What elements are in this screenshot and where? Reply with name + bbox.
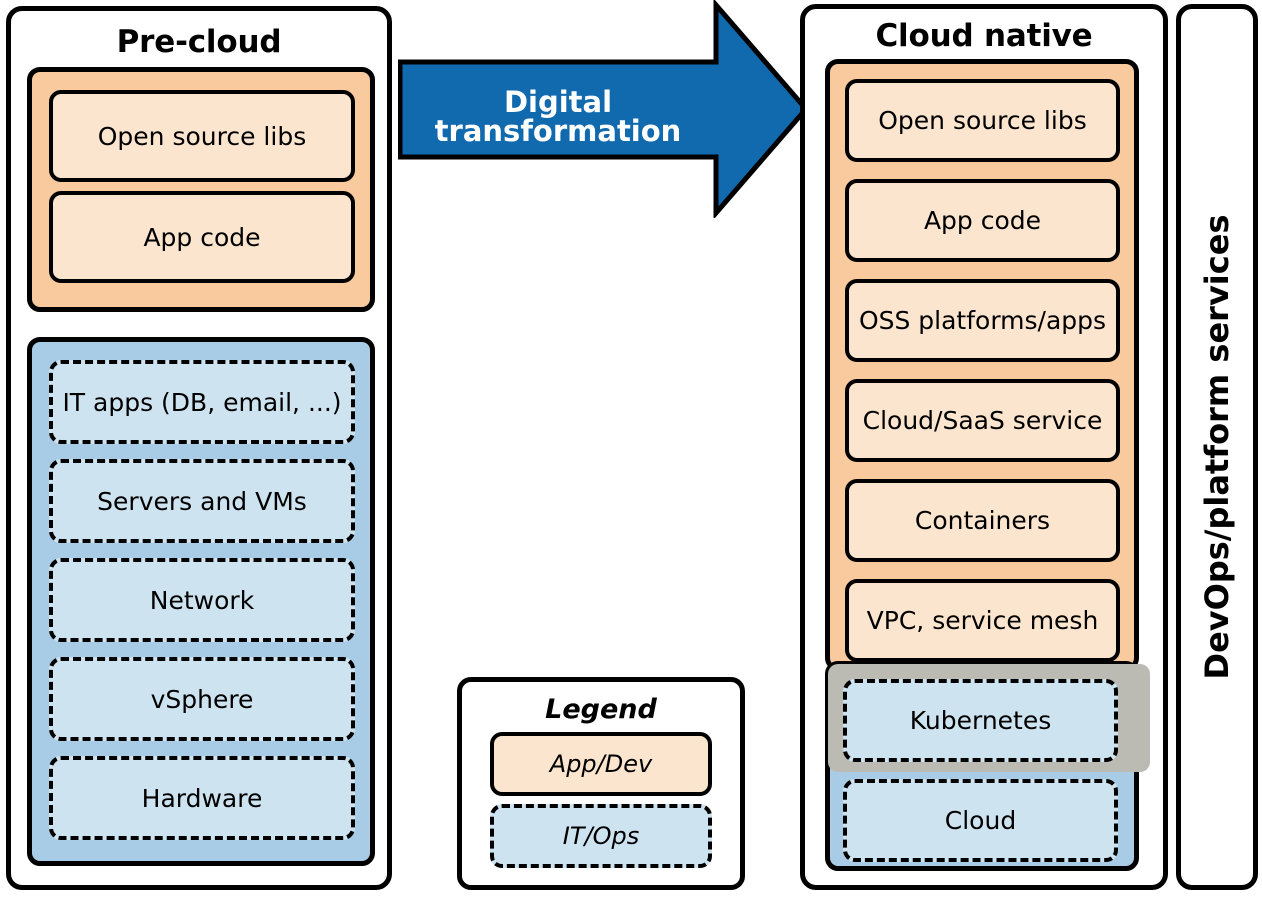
item-label: IT apps (DB, email, ...)	[62, 387, 342, 417]
legend-panel: Legend App/Dev IT/Ops	[457, 677, 745, 890]
precloud-item-network[interactable]: Network	[49, 558, 355, 642]
item-label: Cloud/SaaS service	[862, 406, 1103, 435]
cloudnative-item-cloud[interactable]: Cloud	[843, 779, 1118, 862]
cloudnative-item-kubernetes[interactable]: Kubernetes	[843, 679, 1118, 762]
precloud-item-app-code[interactable]: App code	[49, 191, 355, 283]
item-label: Containers	[914, 506, 1051, 535]
legend-swatch-app-dev: App/Dev	[490, 732, 712, 796]
cloudnative-panel: Cloud native Open source libs App code O…	[800, 4, 1168, 890]
devops-platform-services-panel: DevOps/platform services	[1176, 4, 1258, 890]
item-label: vSphere	[150, 684, 254, 714]
item-label: Cloud	[944, 806, 1017, 835]
cloudnative-item-containers[interactable]: Containers	[845, 479, 1120, 562]
item-label: VPC, service mesh	[866, 606, 1099, 635]
item-label: Open source libs	[878, 106, 1087, 135]
diagram-canvas: Pre-cloud Open source libs App code IT a…	[0, 0, 1262, 897]
precloud-item-it-apps[interactable]: IT apps (DB, email, ...)	[49, 360, 355, 444]
item-label: OSS platforms/apps	[858, 306, 1107, 335]
precloud-item-vsphere[interactable]: vSphere	[49, 657, 355, 741]
cloudnative-item-open-source-libs[interactable]: Open source libs	[845, 79, 1120, 162]
cloudnative-item-oss-platforms-apps[interactable]: OSS platforms/apps	[845, 279, 1120, 362]
item-label: Servers and VMs	[97, 486, 307, 516]
precloud-app-group: Open source libs App code	[27, 67, 375, 312]
legend-label: IT/Ops	[562, 822, 640, 850]
precloud-title: Pre-cloud	[116, 24, 282, 60]
arrow-icon	[398, 0, 810, 218]
digital-transformation-arrow: Digital transformation	[398, 0, 810, 218]
devops-platform-services-label: DevOps/platform services	[1198, 214, 1236, 680]
legend-label: App/Dev	[549, 750, 653, 778]
item-label: Hardware	[141, 783, 263, 813]
legend-title: Legend	[545, 694, 657, 725]
precloud-ops-group: IT apps (DB, email, ...) Servers and VMs…	[27, 337, 375, 866]
item-label: Kubernetes	[909, 706, 1052, 735]
cloudnative-app-group: Open source libs App code OSS platforms/…	[825, 59, 1139, 671]
cloudnative-item-cloud-saas-service[interactable]: Cloud/SaaS service	[845, 379, 1120, 462]
precloud-item-open-source-libs[interactable]: Open source libs	[49, 90, 355, 182]
cloudnative-title: Cloud native	[875, 18, 1093, 54]
precloud-item-hardware[interactable]: Hardware	[49, 756, 355, 840]
precloud-item-servers-and-vms[interactable]: Servers and VMs	[49, 459, 355, 543]
item-label: Open source libs	[97, 121, 307, 151]
item-label: App code	[143, 222, 261, 252]
precloud-panel: Pre-cloud Open source libs App code IT a…	[6, 6, 392, 890]
item-label: Network	[149, 585, 255, 615]
cloudnative-item-vpc-service-mesh[interactable]: VPC, service mesh	[845, 579, 1120, 662]
cloudnative-item-app-code[interactable]: App code	[845, 179, 1120, 262]
legend-swatch-it-ops: IT/Ops	[490, 804, 712, 868]
item-label: App code	[923, 206, 1042, 235]
